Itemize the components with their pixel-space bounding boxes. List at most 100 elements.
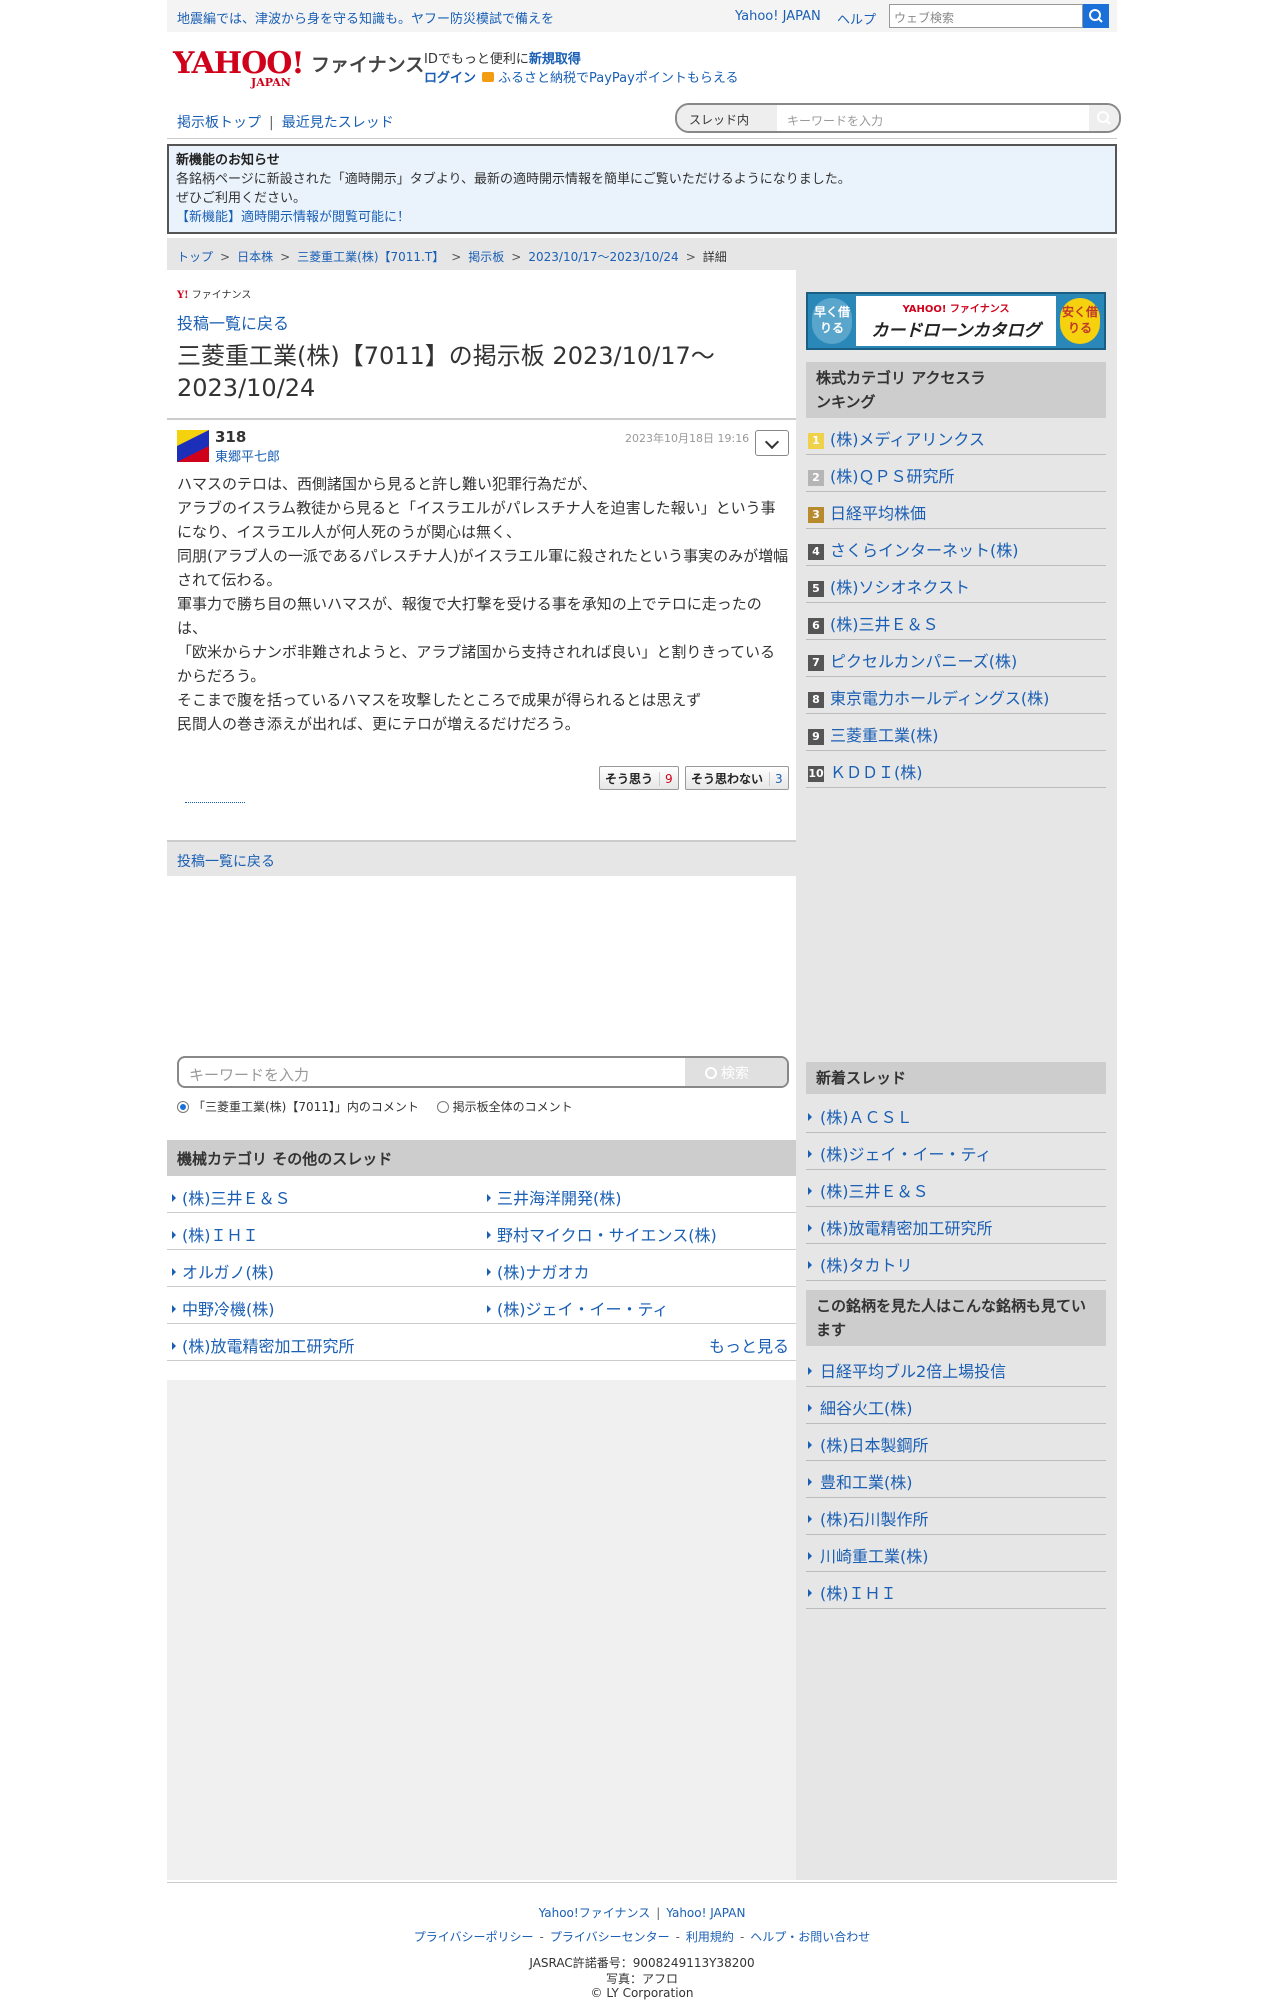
more-link[interactable]: もっと見る	[709, 1333, 789, 1357]
radio-all-comments[interactable]	[436, 1101, 449, 1113]
arrow-icon	[487, 1305, 491, 1313]
post-menu-button[interactable]	[755, 430, 789, 456]
crumb-detail: 詳細	[702, 250, 727, 264]
list-row: (株)ＩＨＩ 野村マイクロ・サイエンス(株)	[167, 1213, 799, 1250]
disagree-count: 3	[769, 772, 783, 786]
logo-japan: JAPAN	[251, 76, 291, 89]
divider	[167, 418, 799, 420]
notice-heading: 新機能のお知らせ	[176, 153, 280, 168]
crumb-stock[interactable]: 三菱重工業(株)【7011.T】	[297, 250, 444, 264]
list-item[interactable]: (株)三井Ｅ＆Ｓ	[806, 1170, 1106, 1207]
ranking-item[interactable]: 3 日経平均株価	[806, 492, 1106, 529]
ranking-item[interactable]: 2 (株)ＱＰＳ研究所	[806, 455, 1106, 492]
arrow-icon	[808, 1187, 812, 1195]
other-threads-heading: 機械カテゴリ その他のスレッド	[167, 1140, 799, 1176]
terms-link[interactable]: 利用規約	[686, 1930, 734, 1944]
arrow-icon	[172, 1231, 176, 1239]
recent-threads-link[interactable]: 最近見たスレッド	[282, 115, 394, 131]
ranking-item[interactable]: 5 (株)ソシオネクスト	[806, 566, 1106, 603]
yahoo-finance-logo[interactable]: YAHOO! JAPAN ファイナンス	[173, 46, 424, 89]
privacy-center-link[interactable]: プライバシーセンター	[550, 1930, 670, 1944]
list-item[interactable]: (株)タカトリ	[806, 1244, 1106, 1281]
scope-label: スレッド内	[689, 113, 750, 127]
footer-links-2: プライバシーポリシー - プライバシーセンター - 利用規約 - ヘルプ・お問い合わせ	[413, 1930, 871, 1944]
board-top-link[interactable]: 掲示板トップ	[177, 115, 261, 131]
list-item[interactable]: (株)ＩＨＩ	[172, 1222, 259, 1246]
signup-link[interactable]: 新規取得	[529, 52, 581, 67]
list-item[interactable]: 日経平均ブル2倍上場投信	[806, 1350, 1106, 1387]
list-item[interactable]: (株)三井Ｅ＆Ｓ	[172, 1185, 291, 1209]
disagree-button[interactable]: そう思わない 3	[685, 766, 789, 790]
footer-yf-link[interactable]: Yahoo!ファイナンス	[539, 1906, 651, 1920]
new-threads-heading: 新着スレッド	[806, 1062, 1106, 1094]
ranking-item[interactable]: 1 (株)メディアリンクス	[806, 418, 1106, 455]
list-item[interactable]: 豊和工業(株)	[806, 1461, 1106, 1498]
crumb-period[interactable]: 2023/10/17〜2023/10/24	[528, 250, 678, 264]
comment-search-input[interactable]: キーワードを入力	[189, 1064, 309, 1085]
radio-thread-comments[interactable]	[177, 1101, 189, 1113]
search-scope-select[interactable]: スレッド内	[677, 105, 777, 131]
list-item[interactable]: (株)ジェイ・イー・ティ	[487, 1296, 669, 1320]
list-item[interactable]: オルガノ(株)	[172, 1259, 274, 1283]
list-item[interactable]: (株)ナガオカ	[487, 1259, 590, 1283]
ranking-item[interactable]: 10 ＫＤＤＩ(株)	[806, 751, 1106, 788]
thread-search-input[interactable]: キーワードを入力	[787, 112, 883, 129]
disaster-notice-link[interactable]: 地震編では、津波から身を守る知識も。ヤフー防災模試で備えを	[177, 8, 554, 27]
crumb-board[interactable]: 掲示板	[468, 250, 504, 264]
help-link[interactable]: ヘルプ	[837, 9, 876, 28]
notice-link[interactable]: 【新機能】適時開示情報が閲覧可能に！	[176, 208, 1108, 227]
back-to-list-link[interactable]: 投稿一覧に戻る	[177, 310, 289, 334]
thread-search-button[interactable]	[1089, 105, 1119, 131]
web-search-input[interactable]: ウェブ検索	[889, 4, 1083, 28]
list-item[interactable]: (株)放電精密加工研究所	[806, 1207, 1106, 1244]
banner-center: YAHOO! ファイナンス カードローンカタログ	[856, 296, 1056, 346]
list-row: オルガノ(株) (株)ナガオカ	[167, 1250, 799, 1287]
list-item[interactable]: (株)日本製鋼所	[806, 1424, 1106, 1461]
login-row: ログイン ふるさと納税でPayPayポイントもらえる	[424, 67, 738, 86]
ranking-heading: 株式カテゴリ アクセスランキング	[806, 362, 1106, 418]
list-item[interactable]: 三井海洋開発(株)	[487, 1185, 622, 1209]
post-line: 軍事力で勝ち目の無いハマスが、報復で大打撃を受ける事を承知の上でテロに走ったのは…	[177, 595, 762, 637]
list-item[interactable]: (株)ＩＨＩ	[806, 1572, 1106, 1609]
comment-search-button[interactable]: 検索	[685, 1058, 787, 1086]
list-item[interactable]: (株)石川製作所	[806, 1498, 1106, 1535]
sidebar: 早く借りる YAHOO! ファイナンス カードローンカタログ 安く借りる 株式カ…	[796, 270, 1117, 1880]
help-contact-link[interactable]: ヘルプ・お問い合わせ	[750, 1930, 870, 1944]
footer-yj-link[interactable]: Yahoo! JAPAN	[666, 1906, 745, 1920]
board-nav: 掲示板トップ | 最近見たスレッド	[177, 112, 394, 132]
furusato-link[interactable]: ふるさと納税でPayPayポイントもらえる	[498, 71, 738, 86]
login-link[interactable]: ログイン	[424, 71, 476, 86]
agree-label: そう思う	[605, 772, 654, 786]
ranking-list: 1 (株)メディアリンクス 2 (株)ＱＰＳ研究所 3 日経平均株価 4 さくらインター…	[806, 418, 1106, 788]
card-loan-banner[interactable]: 早く借りる YAHOO! ファイナンス カードローンカタログ 安く借りる	[806, 292, 1106, 350]
post-body: ハマスのテロは、西側諸国から見ると許し難い犯罪行為だが、 アラブのイスラム教徒か…	[177, 472, 789, 736]
ranking-item[interactable]: 4 さくらインターネット(株)	[806, 529, 1106, 566]
privacy-policy-link[interactable]: プライバシーポリシー	[414, 1930, 534, 1944]
yahoo-japan-link[interactable]: Yahoo! JAPAN	[735, 9, 821, 24]
ranking-item[interactable]: 9 三菱重工業(株)	[806, 714, 1106, 751]
web-search-button[interactable]	[1083, 4, 1109, 28]
back-bar: 投稿一覧に戻る	[167, 840, 799, 876]
list-item[interactable]: (株)放電精密加工研究所	[172, 1333, 355, 1357]
ranking-item[interactable]: 6 (株)三井Ｅ＆Ｓ	[806, 603, 1106, 640]
search-icon	[705, 1067, 717, 1079]
crumb-jp-stocks[interactable]: 日本株	[237, 250, 273, 264]
list-item[interactable]: 中野冷機(株)	[172, 1296, 275, 1320]
new-threads-list: (株)ＡＣＳＬ (株)ジェイ・イー・ティ (株)三井Ｅ＆Ｓ (株)放電精密加工研…	[806, 1096, 1106, 1281]
ranking-item[interactable]: 8 東京電力ホールディングス(株)	[806, 677, 1106, 714]
list-item[interactable]: (株)ジェイ・イー・ティ	[806, 1133, 1106, 1170]
post-line: 「欧米からナンボ非難されようと、アラブ諸国から支持されれば良い」と割りきっている…	[177, 643, 776, 685]
author-link[interactable]: 東郷平七郎	[215, 446, 280, 465]
ranking-item[interactable]: 7 ピクセルカンパニーズ(株)	[806, 640, 1106, 677]
rank-badge: 2	[808, 470, 824, 486]
rank-badge: 5	[808, 581, 824, 597]
arrow-icon	[487, 1268, 491, 1276]
list-item[interactable]: 野村マイクロ・サイエンス(株)	[487, 1222, 717, 1246]
agree-button[interactable]: そう思う 9	[599, 766, 679, 790]
back-to-list-link-bottom[interactable]: 投稿一覧に戻る	[177, 854, 275, 870]
list-item[interactable]: (株)ＡＣＳＬ	[806, 1096, 1106, 1133]
list-item[interactable]: 細谷火工(株)	[806, 1387, 1106, 1424]
post-number: 318	[215, 428, 247, 446]
crumb-top[interactable]: トップ	[177, 250, 213, 264]
list-item[interactable]: 川崎重工業(株)	[806, 1535, 1106, 1572]
